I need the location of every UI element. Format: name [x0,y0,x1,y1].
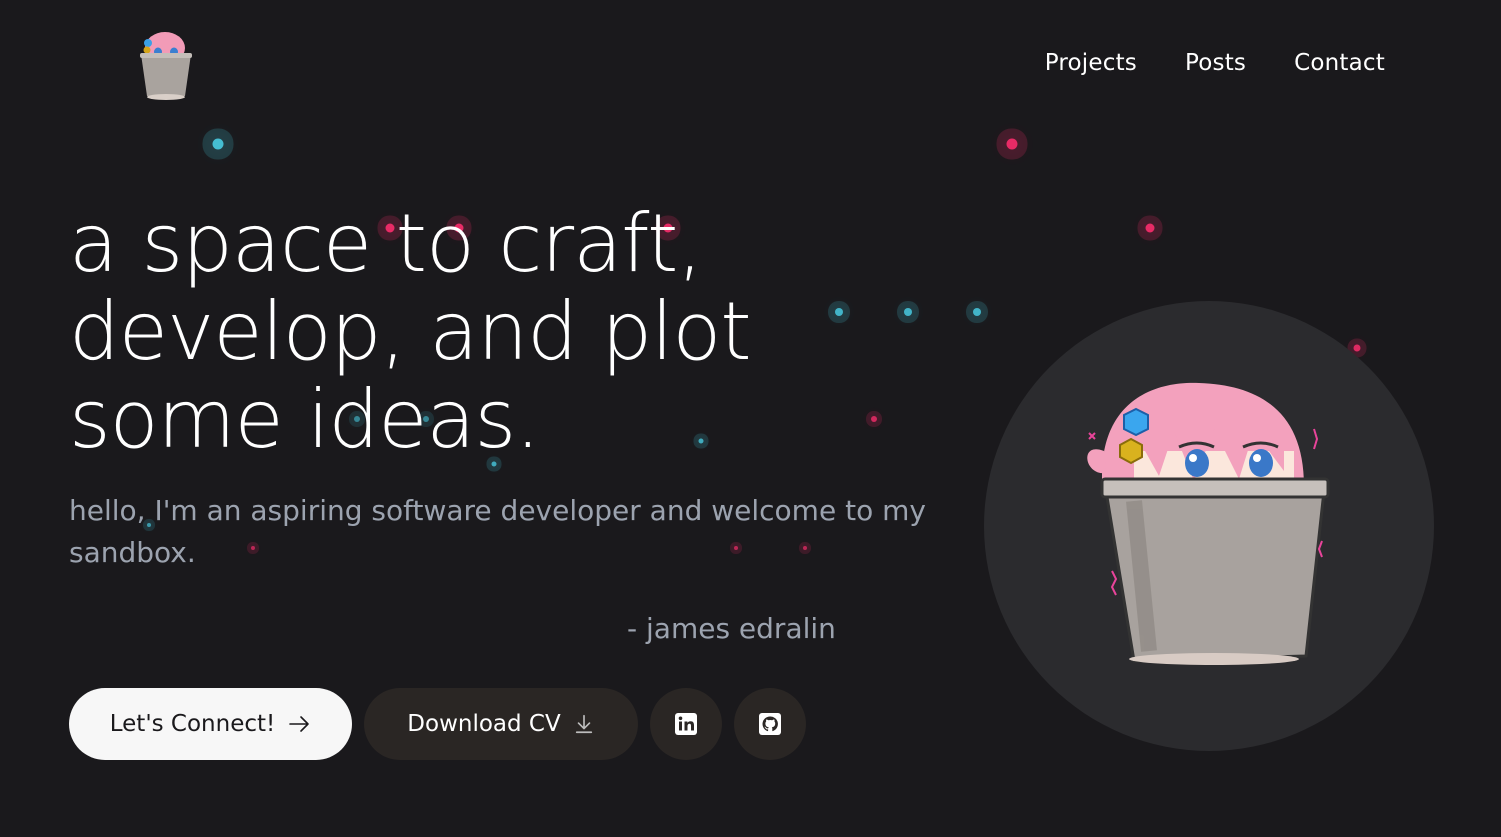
particle-dot [1353,344,1361,352]
linkedin-icon [675,713,697,735]
site-logo[interactable] [135,32,197,100]
arrow-right-icon [289,716,310,732]
bucket-girl-logo-icon [140,32,192,100]
nav-link-posts[interactable]: Posts [1185,50,1246,76]
particle-dot [1006,138,1018,150]
bucket-girl-illustration-icon [1087,382,1330,665]
nav-link-projects[interactable]: Projects [1045,50,1137,76]
hero-signature: - james edralin [627,612,836,645]
github-button[interactable] [734,688,806,760]
download-cv-button[interactable]: Download CV [364,688,638,760]
avatar-circle [984,301,1434,751]
download-cv-label: Download CV [407,711,561,737]
hero-intro: hello, I'm an aspiring software develope… [69,494,926,569]
particle-dot [973,308,981,316]
main-nav: Projects Posts Contact [1045,50,1385,76]
hero-headline: a space to craft, develop, and plot some… [69,197,752,466]
lets-connect-button[interactable]: Let's Connect! [69,688,352,760]
particle-dot [1145,223,1155,233]
github-icon [759,713,781,735]
particle-dot [212,138,224,150]
lets-connect-label: Let's Connect! [109,711,276,737]
download-icon [575,714,592,734]
linkedin-button[interactable] [650,688,722,760]
nav-link-contact[interactable]: Contact [1294,50,1385,76]
